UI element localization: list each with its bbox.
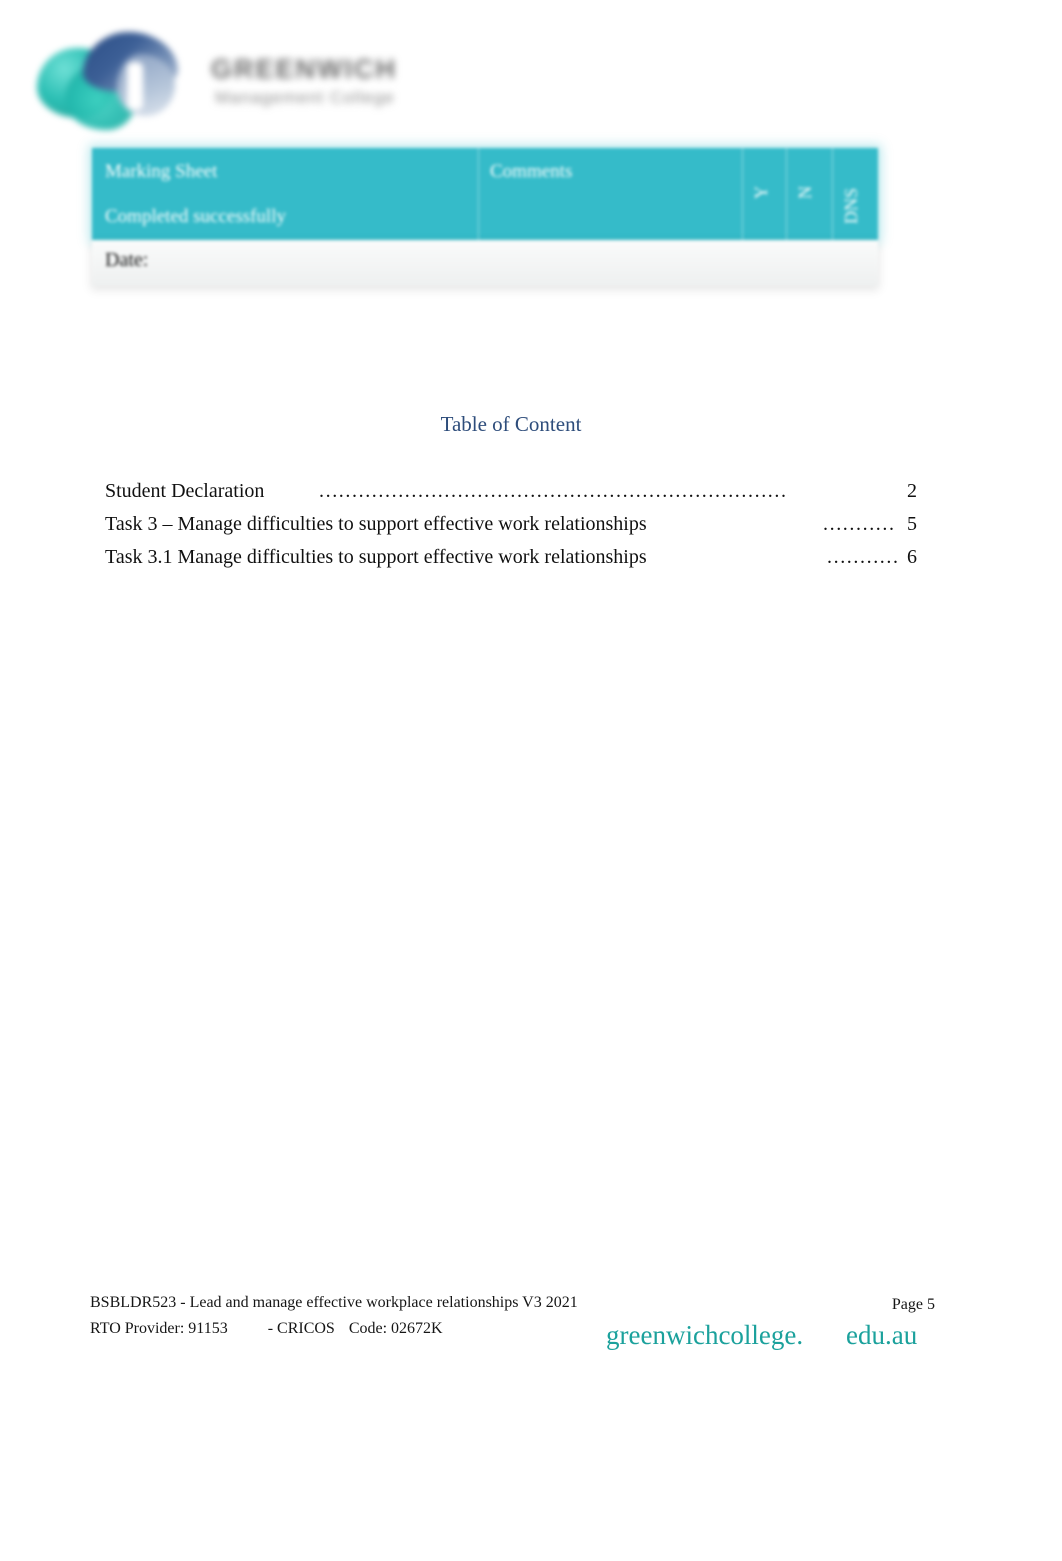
footer-website-tld[interactable]: edu.au (846, 1320, 917, 1351)
marking-sheet-table: Marking Sheet Comments Y N DNS Completed… (92, 148, 878, 286)
column-divider-yes (742, 148, 743, 240)
column-header-dns: DNS (841, 187, 861, 224)
table-of-content-list: Student Declaration ....................… (105, 478, 917, 577)
brand-tagline: Management College (215, 88, 395, 107)
column-divider-dns (832, 148, 833, 240)
toc-entry-leader: ............ (827, 546, 897, 568)
greenwich-gm-monogram-logo-icon (35, 24, 180, 130)
column-header-yes: Y (751, 186, 771, 199)
table-of-content-title: Table of Content (440, 412, 582, 436)
toc-entry-page: 6 (907, 546, 917, 568)
footer-page-number: Page 5 (891, 1296, 935, 1313)
document-header: GREENWICH Management College (35, 18, 435, 130)
toc-entry-page: 2 (907, 480, 917, 502)
footer-cricos-label: - CRICOS (267, 1320, 335, 1337)
toc-entry[interactable]: Task 3 – Manage difficulties to support … (105, 511, 917, 544)
brand-name: GREENWICH (211, 54, 397, 84)
toc-entry-leader: ........................................… (319, 480, 789, 502)
toc-entry[interactable]: Student Declaration ....................… (105, 478, 917, 511)
footer-unit-line: BSBLDR523 - Lead and manage effective wo… (90, 1294, 578, 1311)
toc-entry-page: 5 (907, 513, 917, 535)
page-footer: BSBLDR523 - Lead and manage effective wo… (90, 1294, 935, 1364)
footer-rto-line: RTO Provider: 91153 - CRICOS Code: 02672K (90, 1320, 443, 1338)
logo-shape-notch (127, 62, 143, 110)
column-header-marking-sheet: Marking Sheet (105, 161, 218, 182)
toc-entry-label: Task 3 – Manage difficulties to support … (105, 513, 647, 535)
date-label: Date: (105, 249, 149, 271)
column-divider-no (786, 148, 787, 240)
footer-website-main[interactable]: greenwichcollege. (606, 1320, 803, 1351)
footer-cricos-code: Code: 02672K (348, 1320, 443, 1337)
toc-entry[interactable]: Task 3.1 Manage difficulties to support … (105, 544, 917, 577)
logo-wordmark: GREENWICH Management College (175, 38, 445, 118)
footer-rto-provider: RTO Provider: 91153 (90, 1320, 228, 1337)
column-header-no: N (795, 186, 815, 199)
toc-entry-leader: ............ (823, 513, 895, 535)
marking-sheet-header-block: Marking Sheet Comments Y N DNS Completed… (92, 148, 878, 240)
column-header-comments: Comments (490, 161, 573, 182)
toc-entry-label: Student Declaration (105, 480, 265, 502)
toc-entry-label: Task 3.1 Manage difficulties to support … (105, 546, 647, 568)
marking-sheet-date-row: Date: (92, 240, 878, 286)
column-divider-comments (478, 148, 479, 240)
criteria-row-completed-successfully: Completed successfully (105, 206, 286, 227)
